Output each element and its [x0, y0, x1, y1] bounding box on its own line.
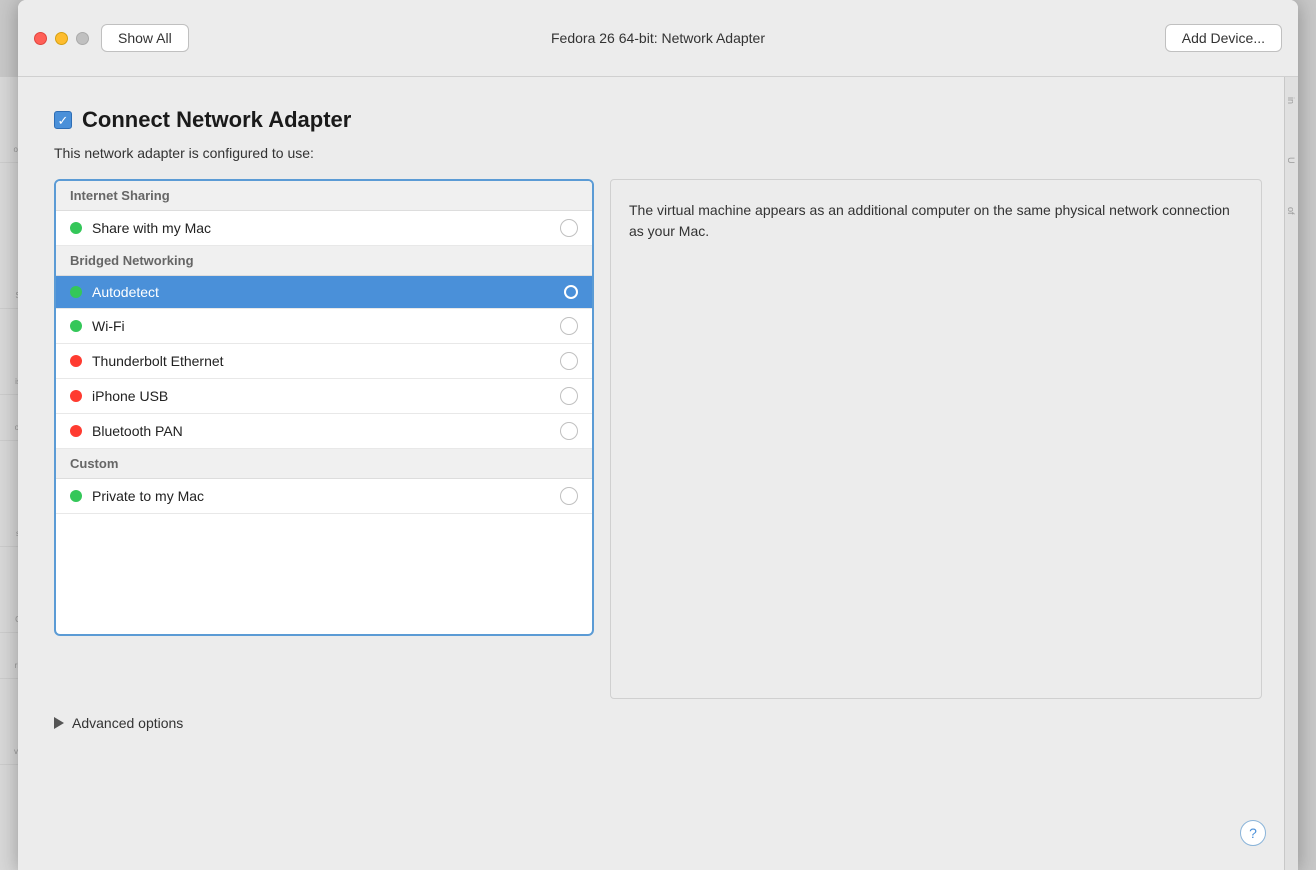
list-item-private-mac[interactable]: Private to my Mac	[56, 479, 592, 514]
radio-private-mac[interactable]	[560, 487, 578, 505]
list-item-wifi[interactable]: Wi-Fi	[56, 309, 592, 344]
radio-wifi[interactable]	[560, 317, 578, 335]
list-item-bluetooth[interactable]: Bluetooth PAN	[56, 414, 592, 449]
section-header-custom: Custom	[56, 449, 592, 479]
panels-row: Internet Sharing Share with my Mac Bridg…	[54, 179, 1262, 699]
question-mark-icon: ?	[1249, 825, 1257, 841]
fullscreen-button[interactable]	[76, 32, 89, 45]
advanced-options-label[interactable]: Advanced options	[72, 715, 183, 731]
list-item-share-mac[interactable]: Share with my Mac	[56, 211, 592, 246]
item-label-share-mac: Share with my Mac	[92, 220, 560, 236]
checkmark-icon: ✓	[58, 114, 69, 127]
radio-autodetect[interactable]	[564, 285, 578, 299]
radio-iphone-usb[interactable]	[560, 387, 578, 405]
item-label-private-mac: Private to my Mac	[92, 488, 560, 504]
add-device-button[interactable]: Add Device...	[1165, 24, 1282, 52]
status-dot-iphone	[70, 390, 82, 402]
section-header-bridged: Bridged Networking	[56, 246, 592, 276]
advanced-options-row: Advanced options	[54, 715, 1262, 731]
radio-thunderbolt[interactable]	[560, 352, 578, 370]
status-dot-autodetect	[70, 286, 82, 298]
status-dot-thunderbolt	[70, 355, 82, 367]
help-button[interactable]: ?	[1240, 820, 1266, 846]
close-button[interactable]	[34, 32, 47, 45]
description-panel: The virtual machine appears as an additi…	[610, 179, 1262, 699]
list-item-thunderbolt[interactable]: Thunderbolt Ethernet	[56, 344, 592, 379]
item-label-autodetect: Autodetect	[92, 284, 564, 300]
section-header-internet-sharing: Internet Sharing	[56, 181, 592, 211]
network-list-panel: Internet Sharing Share with my Mac Bridg…	[54, 179, 594, 636]
traffic-lights	[34, 32, 89, 45]
status-dot-bluetooth	[70, 425, 82, 437]
item-label-bluetooth: Bluetooth PAN	[92, 423, 560, 439]
radio-share-mac[interactable]	[560, 219, 578, 237]
connect-checkbox[interactable]: ✓	[54, 111, 72, 129]
subtitle-text: This network adapter is configured to us…	[54, 145, 1262, 161]
connect-title: Connect Network Adapter	[82, 107, 351, 133]
show-all-button[interactable]: Show All	[101, 24, 189, 52]
minimize-button[interactable]	[55, 32, 68, 45]
status-dot-private	[70, 490, 82, 502]
titlebar: Show All Fedora 26 64-bit: Network Adapt…	[18, 0, 1298, 77]
content-area: ✓ Connect Network Adapter This network a…	[18, 77, 1298, 751]
connect-row: ✓ Connect Network Adapter	[54, 107, 1262, 133]
item-label-thunderbolt: Thunderbolt Ethernet	[92, 353, 560, 369]
description-text: The virtual machine appears as an additi…	[629, 200, 1243, 242]
status-dot-wifi	[70, 320, 82, 332]
list-spacer	[56, 514, 592, 634]
item-label-iphone-usb: iPhone USB	[92, 388, 560, 404]
list-item-iphone-usb[interactable]: iPhone USB	[56, 379, 592, 414]
item-label-wifi: Wi-Fi	[92, 318, 560, 334]
list-item-autodetect[interactable]: Autodetect	[56, 276, 592, 309]
status-dot-green	[70, 222, 82, 234]
window-title: Fedora 26 64-bit: Network Adapter	[551, 30, 765, 46]
advanced-triangle-icon[interactable]	[54, 717, 64, 729]
radio-bluetooth[interactable]	[560, 422, 578, 440]
main-window: Show All Fedora 26 64-bit: Network Adapt…	[18, 0, 1298, 870]
